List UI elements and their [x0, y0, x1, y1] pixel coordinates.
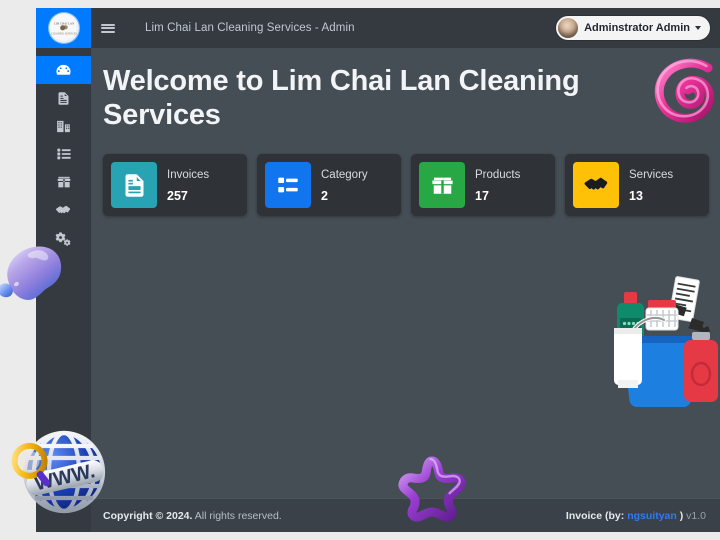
list-icon	[56, 146, 72, 162]
stat-card-value: 257	[167, 188, 188, 203]
sidebar-item-invoices[interactable]	[36, 84, 91, 112]
company-logo-circle: LIM CHAI LAN CLEANING SERVICES	[48, 13, 79, 43]
sidebar: LIM CHAI LAN CLEANING SERVICES	[36, 8, 91, 532]
screenshot-root: LIM CHAI LAN CLEANING SERVICES Lim Chai …	[0, 0, 720, 540]
stat-card-label: Invoices	[167, 169, 210, 182]
sidebar-item-category[interactable]	[36, 140, 91, 168]
sidebar-item-dashboard[interactable]	[36, 56, 91, 84]
footer-copyright: Copyright © 2024. All rights reserved.	[103, 510, 282, 522]
invoice-file-icon	[56, 91, 71, 106]
brand-logo-link[interactable]: LIM CHAI LAN CLEANING SERVICES	[36, 8, 91, 48]
chevron-down-icon	[695, 26, 701, 30]
hamburger-menu-icon[interactable]	[91, 8, 125, 48]
sidebar-item-products[interactable]	[36, 168, 91, 196]
box-product-icon	[56, 174, 72, 190]
page-title: Welcome to Lim Chai Lan Cleaning Service…	[103, 65, 580, 132]
box-product-icon	[419, 162, 465, 209]
avatar	[558, 18, 579, 38]
stat-card-services[interactable]: Services 13	[565, 154, 709, 217]
stat-card-text: Services 13	[629, 168, 673, 203]
building-company-icon	[55, 118, 72, 135]
footer-copyright-bold: Copyright © 2024.	[103, 509, 193, 522]
gears-settings-icon	[55, 230, 72, 247]
svg-text:CLEANING SERVICES: CLEANING SERVICES	[51, 33, 77, 36]
svg-text:LIM CHAI LAN: LIM CHAI LAN	[53, 22, 74, 26]
stat-card-products[interactable]: Products 17	[411, 154, 555, 217]
user-name-label: Adminstrator Admin	[584, 22, 690, 34]
handshake-icon	[573, 162, 619, 209]
footer: Copyright © 2024. All rights reserved. I…	[91, 498, 720, 532]
footer-close-paren: )	[679, 509, 684, 522]
user-menu-dropdown[interactable]: Adminstrator Admin	[556, 16, 710, 40]
sidebar-item-company[interactable]	[36, 112, 91, 140]
footer-version: v1.0	[686, 509, 706, 522]
sidebar-item-services[interactable]	[36, 196, 91, 224]
stat-card-label: Products	[475, 169, 521, 182]
stat-card-value: 17	[475, 188, 489, 203]
list-icon	[265, 162, 311, 209]
topbar-title: Lim Chai Lan Cleaning Services - Admin	[145, 22, 355, 34]
footer-copyright-rest: All rights reserved.	[192, 509, 282, 522]
stat-card-value: 13	[629, 188, 643, 203]
stat-card-value: 2	[321, 188, 328, 203]
footer-author-link[interactable]: ngsuityan	[627, 510, 677, 522]
stat-card-label: Category	[321, 169, 368, 182]
stat-card-text: Products 17	[475, 168, 520, 203]
stat-card-invoices[interactable]: Invoices 257	[103, 154, 247, 217]
handshake-icon	[55, 202, 72, 219]
stat-card-category[interactable]: Category 2	[257, 154, 401, 217]
stat-card-label: Services	[629, 169, 674, 182]
stat-card-text: Category 2	[321, 168, 368, 203]
dashboard-tachometer-icon	[55, 62, 72, 79]
sidebar-nav	[36, 48, 91, 252]
app-window: LIM CHAI LAN CLEANING SERVICES Lim Chai …	[36, 8, 720, 532]
footer-app-label: Invoice (by:	[565, 509, 625, 522]
topbar: Lim Chai Lan Cleaning Services - Admin A…	[91, 8, 720, 48]
stat-cards-row: Invoices 257 Category 2 Products 17 Serv…	[91, 132, 720, 217]
sidebar-item-settings[interactable]	[36, 224, 91, 252]
stat-card-text: Invoices 257	[167, 168, 209, 203]
invoice-file-icon	[111, 162, 157, 209]
footer-app-info: Invoice (by: ngsuityan ) v1.0	[566, 510, 706, 522]
main-content: Welcome to Lim Chai Lan Cleaning Service…	[91, 48, 720, 498]
